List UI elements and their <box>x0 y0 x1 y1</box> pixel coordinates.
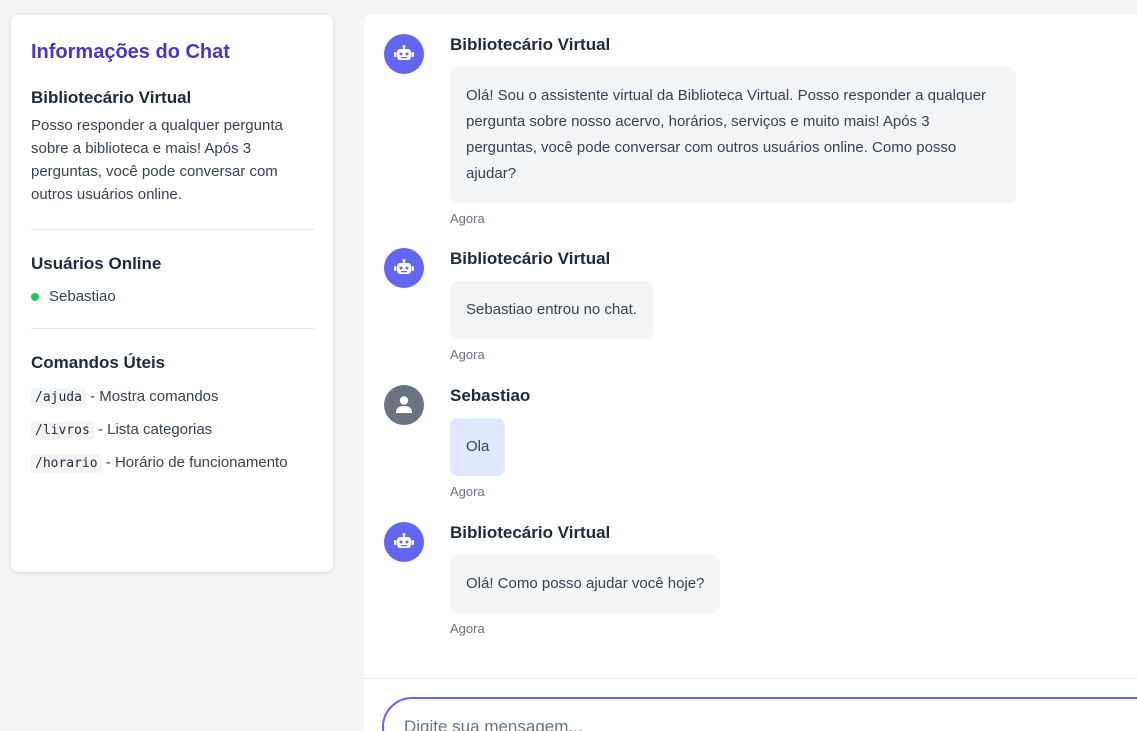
chat-panel: Bibliotecário Virtual Olá! Sou o assiste… <box>364 14 1137 731</box>
message-bubble: Olá! Sou o assistente virtual da Bibliot… <box>450 67 1016 203</box>
bot-name: Bibliotecário Virtual <box>31 88 192 107</box>
command-code: /horario <box>31 454 102 473</box>
command-code: /ajuda <box>31 388 86 407</box>
command-code: /livros <box>31 421 94 440</box>
chat-message: Sebastiao Ola Agora <box>384 385 530 499</box>
sidebar-title: Informações do Chat <box>31 41 230 63</box>
message-time: Agora <box>450 211 485 226</box>
divider <box>31 328 314 329</box>
message-bubble: Olá! Como posso ajudar você hoje? <box>450 555 721 613</box>
command-description: - Horário de funcionamento <box>101 454 288 471</box>
command-description: - Mostra comandos <box>85 388 219 405</box>
message-input[interactable] <box>382 697 1137 731</box>
online-users-title: Usuários Online <box>31 254 162 273</box>
message-input-area <box>364 678 1137 731</box>
commands-list: /ajuda - Mostra comandos /livros - Lista… <box>31 385 313 475</box>
message-sender: Bibliotecário Virtual <box>450 35 611 54</box>
message-sender: Bibliotecário Virtual <box>450 523 611 542</box>
message-bubble: Sebastiao entrou no chat. <box>450 281 653 339</box>
robot-icon <box>384 522 424 562</box>
chat-message: Bibliotecário Virtual Sebastiao entrou n… <box>384 248 653 362</box>
robot-icon <box>384 248 424 288</box>
robot-icon <box>384 34 424 74</box>
online-user-name: Sebastiao <box>49 288 116 305</box>
bot-description: Posso responder a qualquer pergunta sobr… <box>31 117 283 203</box>
message-sender: Bibliotecário Virtual <box>450 249 611 268</box>
message-time: Agora <box>450 484 485 499</box>
message-sender: Sebastiao <box>450 386 531 405</box>
commands-title: Comandos Úteis <box>31 353 166 372</box>
online-status-dot <box>31 292 39 301</box>
user-icon <box>384 385 424 425</box>
chat-message: Bibliotecário Virtual Olá! Como posso aj… <box>384 522 721 636</box>
command-description: - Lista categorias <box>93 421 213 438</box>
command-item: /livros - Lista categorias <box>31 418 313 442</box>
divider <box>31 229 314 230</box>
chat-info-sidebar: Informações do Chat Bibliotecário Virtua… <box>11 15 333 572</box>
command-item: /ajuda - Mostra comandos <box>31 385 313 409</box>
online-user-item: Sebastiao <box>31 288 313 305</box>
command-item: /horario - Horário de funcionamento <box>31 451 313 475</box>
message-time: Agora <box>450 347 485 362</box>
chat-message: Bibliotecário Virtual Olá! Sou o assiste… <box>384 34 1016 226</box>
message-bubble: Ola <box>450 418 506 476</box>
message-time: Agora <box>450 621 485 636</box>
